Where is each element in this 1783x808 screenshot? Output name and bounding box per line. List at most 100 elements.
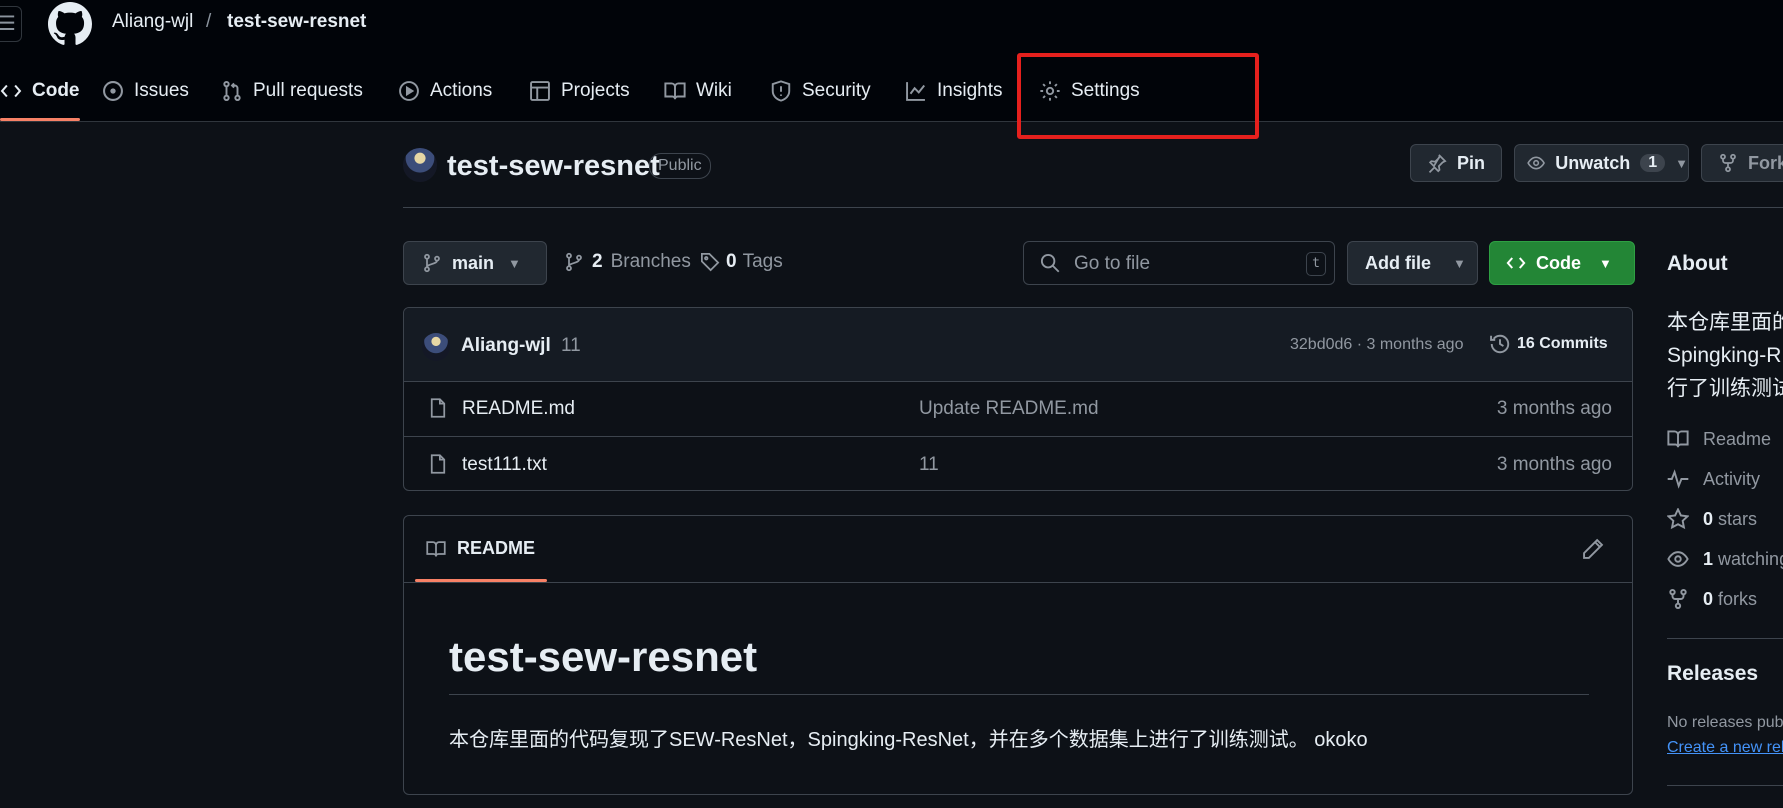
branches-label: Branches	[610, 251, 691, 272]
readme-body: 本仓库里面的代码复现了SEW-ResNet，Spingking-ResNet，并…	[449, 729, 1368, 751]
chevron-down-icon: ▼	[508, 255, 521, 271]
github-logo-icon[interactable]	[48, 2, 92, 46]
pencil-icon[interactable]	[1582, 538, 1604, 560]
repo-owner-avatar	[403, 148, 437, 182]
file-name[interactable]: test111.txt	[462, 454, 547, 476]
shield-icon	[771, 80, 791, 102]
header-divider	[403, 207, 1783, 208]
readme-panel: README test-sew-resnet 本仓库里面的代码复现了SEW-Re…	[403, 515, 1633, 795]
add-file-button[interactable]: Add file ▼	[1347, 241, 1478, 285]
book-icon	[664, 82, 686, 100]
file-time: 3 months ago	[1496, 454, 1612, 475]
about-description-line: 本仓库里面的	[1667, 311, 1783, 334]
stars-label: stars	[1718, 508, 1758, 529]
tab-actions[interactable]: Actions	[398, 76, 492, 106]
fork-button[interactable]: Fork	[1701, 144, 1783, 182]
commit-hash-time[interactable]: 32bd0d6 · 3 months ago	[1290, 336, 1463, 354]
avatar[interactable]	[422, 333, 450, 361]
pulse-icon	[1667, 469, 1689, 489]
eye-icon	[1667, 551, 1689, 567]
releases-title[interactable]: Releases	[1667, 662, 1758, 686]
tags-count: 0	[726, 251, 737, 272]
tab-pull-requests-label: Pull requests	[253, 80, 363, 101]
eye-icon	[1527, 156, 1545, 170]
forks-count: 0	[1703, 588, 1714, 609]
file-name[interactable]: README.md	[462, 398, 575, 420]
search-icon	[1040, 253, 1060, 273]
tab-code[interactable]: Code	[0, 76, 80, 106]
tab-pull-requests[interactable]: Pull requests	[221, 76, 363, 106]
readme-tab-label: README	[457, 538, 536, 558]
graph-icon	[906, 82, 926, 101]
no-releases-text: No releases published	[1667, 714, 1783, 731]
tab-insights-label: Insights	[937, 80, 1003, 101]
history-icon	[1490, 334, 1510, 354]
watch-count: 1	[1640, 154, 1666, 172]
commit-author[interactable]: Aliang-wjl	[461, 335, 551, 357]
sidebar-divider	[1667, 638, 1783, 639]
tab-issues[interactable]: Issues	[102, 76, 189, 106]
add-file-label: Add file	[1365, 252, 1431, 273]
commits-link[interactable]: 16 Commits	[1489, 333, 1608, 355]
pin-button[interactable]: Pin	[1410, 144, 1502, 182]
readme-link[interactable]: Readme	[1667, 428, 1771, 450]
branches-count: 2	[592, 251, 603, 272]
branch-name: main	[452, 252, 495, 273]
chevron-down-icon: ▼	[1453, 255, 1466, 271]
tab-wiki[interactable]: Wiki	[664, 76, 732, 106]
fork-icon	[1720, 153, 1736, 173]
branch-icon	[424, 253, 440, 273]
watching-label: watching	[1718, 548, 1783, 569]
activity-link[interactable]: Activity	[1667, 468, 1760, 490]
hamburger-icon[interactable]: ☰	[0, 6, 22, 42]
repo-link[interactable]: test-sew-resnet	[227, 11, 366, 33]
table-row[interactable]: test111.txt 11 3 months ago	[404, 437, 1632, 490]
branches-link[interactable]: 2 Branches	[564, 251, 691, 273]
tab-security[interactable]: Security	[770, 76, 871, 106]
stars-count: 0	[1703, 508, 1714, 529]
go-to-file-placeholder: Go to file	[1074, 253, 1151, 274]
tab-insights[interactable]: Insights	[905, 76, 1002, 106]
book-icon	[1667, 430, 1689, 448]
chevron-down-icon: ▼	[1599, 255, 1612, 271]
code-button[interactable]: Code ▼	[1489, 241, 1635, 285]
branch-icon	[566, 252, 582, 272]
stars-link[interactable]: 0 stars	[1667, 508, 1757, 530]
repo-title[interactable]: test-sew-resnet	[447, 150, 660, 183]
file-icon	[430, 398, 446, 418]
create-release-link[interactable]: Create a new release	[1667, 739, 1783, 757]
tab-security-label: Security	[802, 80, 871, 101]
annotation-highlight-box	[1017, 53, 1259, 139]
tab-projects-label: Projects	[561, 80, 630, 101]
chevron-down-icon: ▼	[1675, 155, 1688, 171]
tab-projects[interactable]: Projects	[529, 76, 630, 106]
file-icon	[430, 454, 446, 474]
code-icon	[0, 84, 22, 98]
file-commit-message[interactable]: Update README.md	[919, 398, 1099, 420]
about-description-line: Spingking-R	[1667, 344, 1782, 367]
file-commit-message[interactable]: 11	[919, 454, 939, 476]
activity-label: Activity	[1703, 468, 1761, 489]
go-to-file-input[interactable]: Go to file t	[1023, 241, 1335, 285]
table-row[interactable]: README.md Update README.md 3 months ago	[404, 381, 1632, 437]
watchers-link[interactable]: 1 watching	[1667, 548, 1783, 570]
code-icon	[1506, 257, 1526, 269]
about-title: About	[1667, 252, 1728, 275]
tab-issues-label: Issues	[134, 80, 189, 101]
unwatch-label: Unwatch	[1555, 152, 1631, 173]
forks-link[interactable]: 0 forks	[1667, 588, 1757, 610]
code-button-label: Code	[1536, 252, 1581, 273]
tags-label: Tags	[742, 251, 783, 272]
branch-selector[interactable]: main ▼	[403, 241, 547, 285]
unwatch-button[interactable]: Unwatch 1 ▼	[1514, 144, 1689, 182]
file-time: 3 months ago	[1496, 398, 1612, 419]
file-list: Aliang-wjl 11 32bd0d6 · 3 months ago 16 …	[403, 307, 1633, 491]
tab-readme[interactable]: README	[425, 538, 535, 559]
owner-link[interactable]: Aliang-wjl	[112, 11, 193, 33]
heading-divider	[449, 694, 1589, 695]
commit-message[interactable]: 11	[561, 335, 581, 357]
fork-icon	[1669, 588, 1687, 610]
pin-label: Pin	[1457, 152, 1486, 173]
play-icon	[399, 81, 419, 101]
tags-link[interactable]: 0 Tags	[700, 251, 783, 273]
